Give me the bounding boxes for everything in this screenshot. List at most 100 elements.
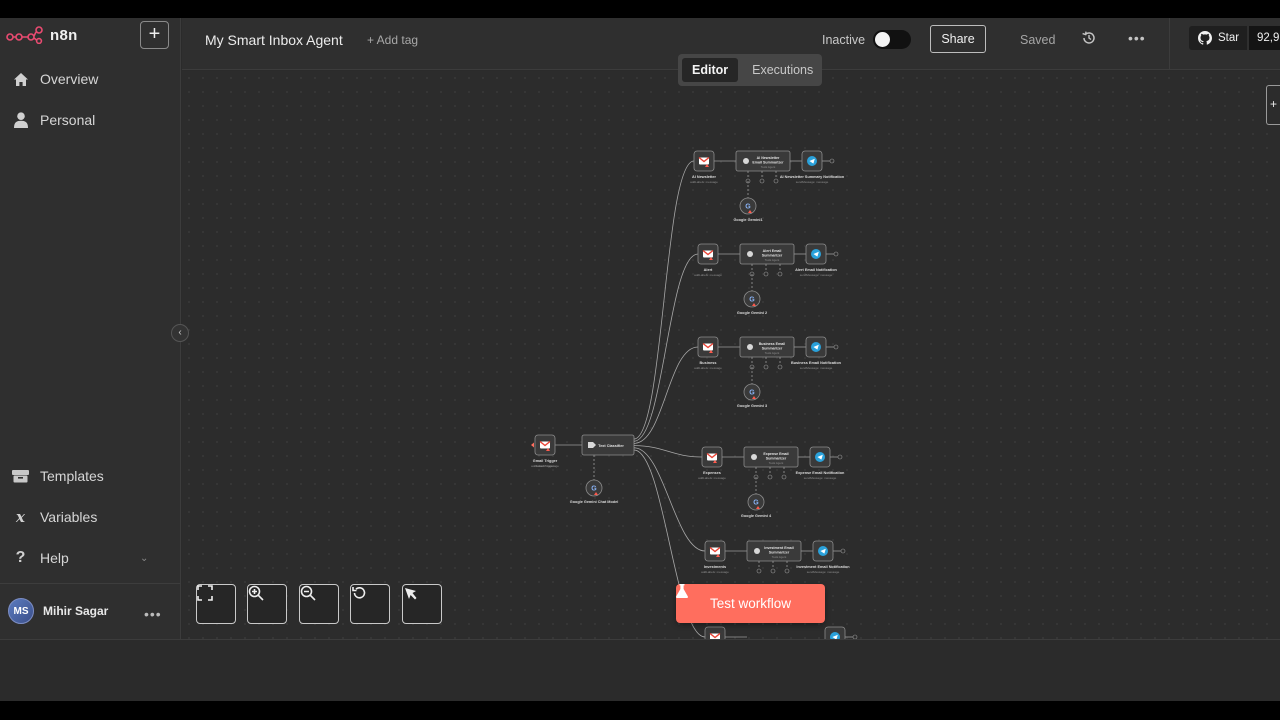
telegram-node: Expense Email NotificationsendMessage: m… — [796, 446, 845, 480]
tab-executions[interactable]: Executions — [742, 58, 823, 82]
node-subtitle: sendMessage: message — [804, 476, 837, 480]
gmail-node: AlertaddLabels: message — [694, 243, 722, 277]
zoom-out-button[interactable] — [299, 584, 339, 624]
zoom-in-button[interactable] — [247, 584, 287, 624]
add-tag-link[interactable]: + Add tag — [367, 33, 418, 47]
app-window: n8n + Overview Personal Templates x Vari… — [0, 18, 1280, 701]
gmail-node: AI NewsletteraddLabels: message — [690, 150, 718, 184]
github-star-button[interactable]: Star — [1189, 26, 1247, 50]
node-label: Gmail Trigger — [533, 459, 558, 463]
sidebar-item-variables[interactable]: x Variables — [12, 506, 97, 528]
robot-icon — [743, 158, 749, 164]
collapse-sidebar-button[interactable]: ‹ — [171, 324, 189, 342]
node-subtitle: addLabels: message — [690, 180, 718, 184]
telegram-icon — [811, 249, 821, 259]
workflow-graph: Gmail Trigger addLabels: message Email Tri… — [531, 150, 858, 639]
github-icon — [1198, 31, 1212, 45]
tab-editor[interactable]: Editor — [682, 58, 739, 82]
more-options-icon[interactable]: ••• — [1128, 30, 1146, 46]
node-label: Investment Email Notification — [796, 565, 850, 569]
sidebar-item-help[interactable]: ? Help ⌄ — [12, 547, 149, 569]
gmail-icon — [539, 440, 551, 449]
node-subtitle: Tools Agent — [772, 555, 787, 559]
telegram-icon — [815, 452, 825, 462]
workflow-title[interactable]: My Smart Inbox Agent — [205, 32, 343, 48]
github-star-count: 92,9 — [1249, 26, 1280, 50]
node-subtitle: addLabels: message — [701, 570, 729, 574]
test-workflow-label: Test workflow — [709, 596, 792, 611]
text-classifier-node: Text Classifier — [581, 434, 635, 456]
share-button[interactable]: Share — [930, 25, 986, 53]
node-label: Investment Email — [764, 546, 794, 550]
user-icon — [12, 112, 29, 129]
active-toggle[interactable] — [873, 30, 911, 49]
reset-zoom-button[interactable] — [350, 584, 390, 624]
create-new-button[interactable]: + — [140, 21, 169, 49]
sidebar-item-templates[interactable]: Templates — [12, 465, 104, 487]
nodes-panel-toggle[interactable]: + — [1266, 85, 1280, 125]
node-label: Alert Email — [763, 249, 782, 253]
node-subtitle: Tools Agent — [765, 351, 780, 355]
node-subtitle: Tools Agent — [765, 258, 780, 262]
gmail-node: ExpensesaddLabels: message — [698, 446, 726, 480]
sidebar-item-label: Help — [40, 550, 69, 566]
telegram-node: Business Email NotificationsendMessage: … — [791, 336, 842, 370]
node-label: Text Classifier — [598, 444, 624, 448]
avatar: MS — [8, 598, 34, 624]
gmail-icon — [709, 546, 721, 555]
node-label: Alert Email Notification — [795, 268, 837, 272]
node-subtitle: addLabels: message — [698, 476, 726, 480]
ai-agent-node: Alert EmailSummarizerTools Agent — [739, 243, 795, 265]
workflow-canvas[interactable]: Gmail Trigger addLabels: message Email Tri… — [182, 71, 1280, 639]
robot-icon — [751, 454, 757, 460]
gmail-icon — [702, 249, 714, 258]
sidebar-item-personal[interactable]: Personal — [12, 109, 95, 131]
node-subtitle: sendMessage: message — [800, 273, 833, 277]
node-label: Expense Email — [763, 452, 788, 456]
history-icon[interactable] — [1081, 30, 1097, 46]
gemini-model-node: G Google Gemini 3 — [737, 383, 767, 408]
tidy-up-button[interactable] — [402, 584, 442, 624]
box-icon — [12, 468, 29, 485]
node-label: Google Gemini 4 — [741, 514, 772, 518]
node-subtitle: addLabels: message — [694, 366, 722, 370]
node-label: AI Newsletter — [692, 175, 717, 179]
node-subtitle: Tools Agent — [761, 165, 776, 169]
n8n-logo[interactable]: n8n — [6, 26, 78, 44]
zoom-to-fit-button[interactable] — [196, 584, 236, 624]
node-subtitle: Email Trigger — [536, 464, 554, 468]
chevron-down-icon[interactable]: ⌄ — [140, 553, 148, 564]
node-label: Business Email — [759, 342, 786, 346]
node-label: Google Gemini 3 — [737, 404, 767, 408]
node-label: Google Gemini Chat Model — [570, 500, 619, 504]
add-node-handle — [833, 251, 839, 257]
brush-icon — [405, 588, 417, 600]
test-workflow-button[interactable]: Test workflow — [676, 584, 825, 623]
gmail-node: InvestmentsaddLabels: message — [701, 540, 729, 574]
google-icon: G — [591, 486, 597, 493]
telegram-icon — [807, 156, 817, 166]
robot-icon — [747, 344, 753, 350]
gemini-model-node: G Google Gemini Chat Model — [570, 479, 619, 504]
telegram-icon — [811, 342, 821, 352]
undo-icon — [352, 586, 366, 599]
user-more-icon[interactable]: ••• — [144, 606, 162, 622]
port-handle — [767, 474, 773, 480]
sidebar: n8n + Overview Personal Templates x Vari… — [0, 18, 181, 639]
node-label: AI Newsletter — [757, 156, 780, 160]
user-menu[interactable]: MS Mihir Sagar — [8, 598, 108, 624]
telegram-icon — [818, 546, 828, 556]
node-label: Summarizer — [762, 347, 783, 351]
gmail-node: BusinessaddLabels: message — [694, 336, 722, 370]
port-handle — [770, 568, 776, 574]
view-tabs: Editor Executions — [678, 54, 822, 86]
node-label: Alert — [704, 268, 713, 272]
port-handle — [777, 364, 783, 370]
telegram-node: Alert Email NotificationsendMessage: mes… — [795, 243, 838, 277]
sidebar-item-overview[interactable]: Overview — [12, 68, 98, 90]
ai-agent-node: Business EmailSummarizerTools Agent — [739, 336, 795, 358]
question-icon: ? — [15, 549, 26, 566]
port-handle — [759, 178, 765, 184]
gmail-icon — [702, 342, 714, 351]
flask-icon — [676, 584, 688, 598]
